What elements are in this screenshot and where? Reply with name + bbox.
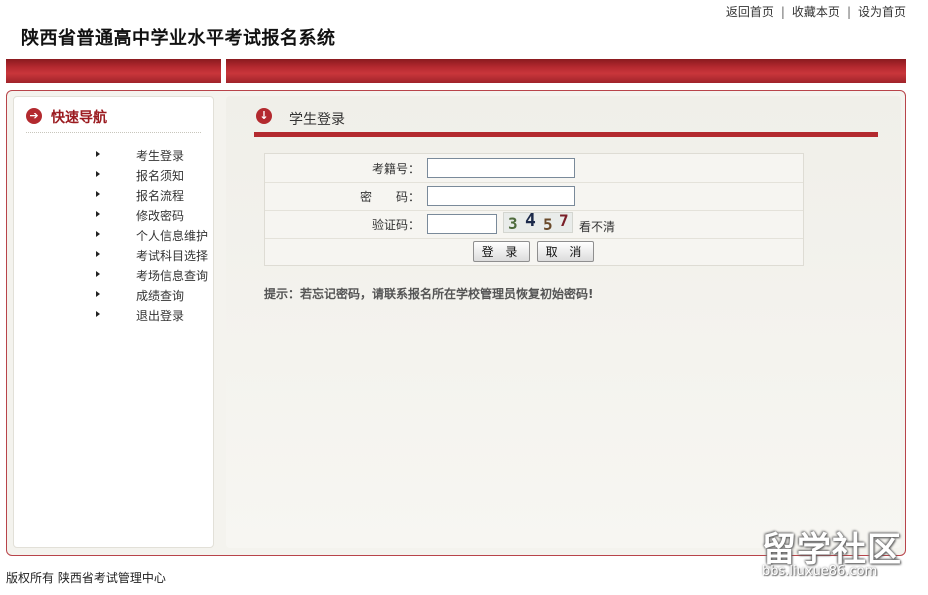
sidebar-item-label: 个人信息维护	[136, 229, 209, 243]
separator: |	[780, 5, 785, 19]
header-band-left	[6, 59, 221, 83]
sidebar-item-score-query[interactable]: 成绩查询	[14, 285, 214, 305]
exam-id-input[interactable]	[427, 158, 575, 178]
header-rule	[254, 132, 878, 137]
sidebar-item-label: 报名须知	[136, 169, 185, 183]
main-header: ↓ 学生登录	[254, 105, 878, 132]
link-bookmark[interactable]: 收藏本页	[792, 5, 840, 19]
sidebar-item-label: 报名流程	[136, 189, 185, 203]
sidebar-item-label: 退出登录	[136, 309, 185, 323]
site-title: 陕西省普通高中学业水平考试报名系统	[21, 28, 336, 49]
footer-copyright: 版权所有 陕西省考试管理中心	[6, 571, 166, 585]
cancel-button[interactable]: 取 消	[537, 241, 594, 262]
captcha-image[interactable]: 3 4 5 7	[503, 210, 573, 234]
main-panel: ↓ 学生登录 考籍号： 密 码： 验证码： 3 4 5 7 看不清 登 录 取 …	[226, 96, 901, 548]
sidebar-item-label: 考场信息查询	[136, 269, 209, 283]
sidebar-item-personal-info[interactable]: 个人信息维护	[14, 225, 214, 245]
sidebar-title: 快速导航	[51, 110, 107, 126]
sidebar-item-label: 修改密码	[136, 209, 185, 223]
sidebar-item-label: 成绩查询	[136, 289, 185, 303]
triangle-right-icon	[96, 251, 100, 257]
sidebar-item-subject-selection[interactable]: 考试科目选择	[14, 245, 214, 265]
login-button[interactable]: 登 录	[473, 241, 530, 262]
sidebar-item-exam-room-query[interactable]: 考场信息查询	[14, 265, 214, 285]
captcha-char: 3	[508, 214, 518, 233]
page-title: 学生登录	[289, 112, 345, 128]
captcha-char: 4	[525, 210, 536, 231]
sidebar-item-label: 考生登录	[136, 149, 185, 163]
captcha-char: 5	[543, 215, 553, 234]
arrow-right-circle-icon: ➔	[26, 108, 42, 124]
top-links: 返回首页 | 收藏本页 | 设为首页	[726, 3, 906, 20]
link-home[interactable]: 返回首页	[726, 5, 774, 19]
triangle-right-icon	[96, 151, 100, 157]
arrow-down-circle-icon: ↓	[256, 108, 272, 124]
sidebar-item-logout[interactable]: 退出登录	[14, 305, 214, 325]
triangle-right-icon	[96, 291, 100, 297]
password-tip: 提示：若忘记密码，请联系报名所在学校管理员恢复初始密码!	[264, 287, 594, 301]
separator: |	[846, 5, 851, 19]
exam-id-label: 考籍号：	[371, 162, 420, 176]
form-row-exam-id: 考籍号：	[265, 154, 803, 183]
triangle-right-icon	[96, 211, 100, 217]
login-form: 考籍号： 密 码： 验证码： 3 4 5 7 看不清 登 录 取 消	[264, 153, 804, 266]
sidebar-nav: 考生登录 报名须知 报名流程 修改密码 个人信息维护 考试科目选择 考场信息查询…	[14, 145, 214, 325]
triangle-right-icon	[96, 191, 100, 197]
captcha-refresh-link[interactable]: 看不清	[579, 218, 615, 235]
form-row-password: 密 码：	[265, 182, 803, 211]
link-set-homepage[interactable]: 设为首页	[858, 5, 906, 19]
watermark-url: bbs.liuxue86.com	[762, 564, 878, 579]
captcha-label: 验证码：	[371, 218, 420, 232]
triangle-right-icon	[96, 231, 100, 237]
sidebar-item-student-login[interactable]: 考生登录	[14, 145, 214, 165]
sidebar-item-label: 考试科目选择	[136, 249, 209, 263]
form-row-buttons: 登 录 取 消	[265, 238, 803, 266]
triangle-right-icon	[96, 271, 100, 277]
sidebar: ➔ 快速导航 考生登录 报名须知 报名流程 修改密码 个人信息维护 考试科目选择…	[13, 96, 214, 548]
triangle-right-icon	[96, 311, 100, 317]
captcha-char: 7	[559, 211, 569, 230]
captcha-input[interactable]	[427, 214, 497, 234]
form-row-captcha: 验证码： 3 4 5 7 看不清	[265, 210, 803, 239]
watermark-logo: 留学社区 bbs.liuxue86.com	[756, 522, 922, 582]
sidebar-item-registration-notice[interactable]: 报名须知	[14, 165, 214, 185]
sidebar-header: ➔ 快速导航	[26, 107, 201, 133]
password-input[interactable]	[427, 186, 575, 206]
triangle-right-icon	[96, 171, 100, 177]
password-label: 密 码：	[359, 190, 420, 204]
header-band-right	[226, 59, 906, 83]
sidebar-item-change-password[interactable]: 修改密码	[14, 205, 214, 225]
sidebar-item-registration-process[interactable]: 报名流程	[14, 185, 214, 205]
